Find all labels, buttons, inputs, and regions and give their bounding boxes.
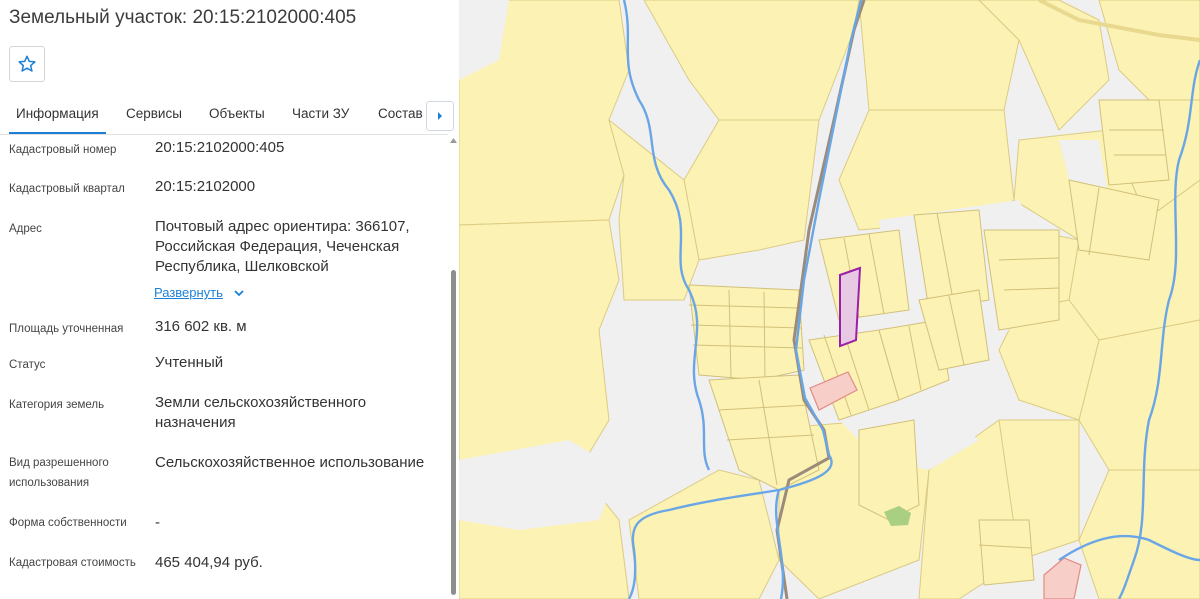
- favorite-button[interactable]: [9, 46, 45, 82]
- star-outline-icon: [18, 55, 36, 72]
- scrollbar-thumb[interactable]: [451, 270, 456, 595]
- tab-information[interactable]: Информация: [9, 98, 106, 134]
- field-label: Адрес: [9, 223, 42, 235]
- page-title: Земельный участок: 20:15:2102000:405: [9, 7, 357, 28]
- field-label: Категория земель: [9, 399, 105, 411]
- chevron-down-icon[interactable]: [232, 288, 246, 298]
- field-value: 465 404,94 руб.: [155, 554, 263, 571]
- scroll-up-arrow-icon[interactable]: [450, 137, 457, 144]
- field-value: 20:15:2102000: [155, 178, 256, 195]
- field-label: Кадастровая стоимость: [9, 557, 136, 569]
- tab-objects[interactable]: Объекты: [209, 98, 265, 132]
- field-value: -: [155, 514, 160, 531]
- field-label: Площадь уточненная: [9, 323, 124, 335]
- tab-parts[interactable]: Части ЗУ: [292, 98, 349, 132]
- map-canvas[interactable]: [459, 0, 1200, 599]
- caret-right-icon: [438, 112, 442, 120]
- selected-parcel[interactable]: [839, 266, 862, 348]
- field-value: Земли сельскохозяйственного назначения: [155, 394, 367, 431]
- field-value: 316 602 кв. м: [155, 318, 247, 335]
- field-value: Учтенный: [155, 354, 224, 371]
- field-label: Форма собственности: [9, 517, 127, 529]
- field-label: Кадастровый номер: [9, 144, 117, 156]
- tab-services[interactable]: Сервисы: [126, 98, 182, 132]
- info-content: Кадастровый номер 20:15:2102000:405 Када…: [0, 134, 448, 599]
- field-value: 20:15:2102000:405: [155, 139, 285, 156]
- field-value: Сельскохозяйственное использование: [155, 454, 425, 471]
- info-panel: Земельный участок: 20:15:2102000:405 Инф…: [0, 0, 459, 599]
- tab-bar: Информация Сервисы Объекты Части ЗУ Сост…: [0, 98, 459, 135]
- tab-composition[interactable]: Состав: [378, 98, 423, 132]
- cadastral-map[interactable]: [459, 0, 1200, 599]
- highlight-parcel[interactable]: [1043, 557, 1082, 599]
- expand-link[interactable]: Развернуть: [154, 284, 223, 302]
- field-label: Вид разрешенного использования: [9, 457, 109, 489]
- field-value: Почтовый адрес ориентира: 366107, Россий…: [155, 218, 410, 275]
- field-label: Кадастровый квартал: [9, 183, 125, 195]
- field-label: Статус: [9, 359, 46, 371]
- tabs-next-button[interactable]: [426, 101, 454, 131]
